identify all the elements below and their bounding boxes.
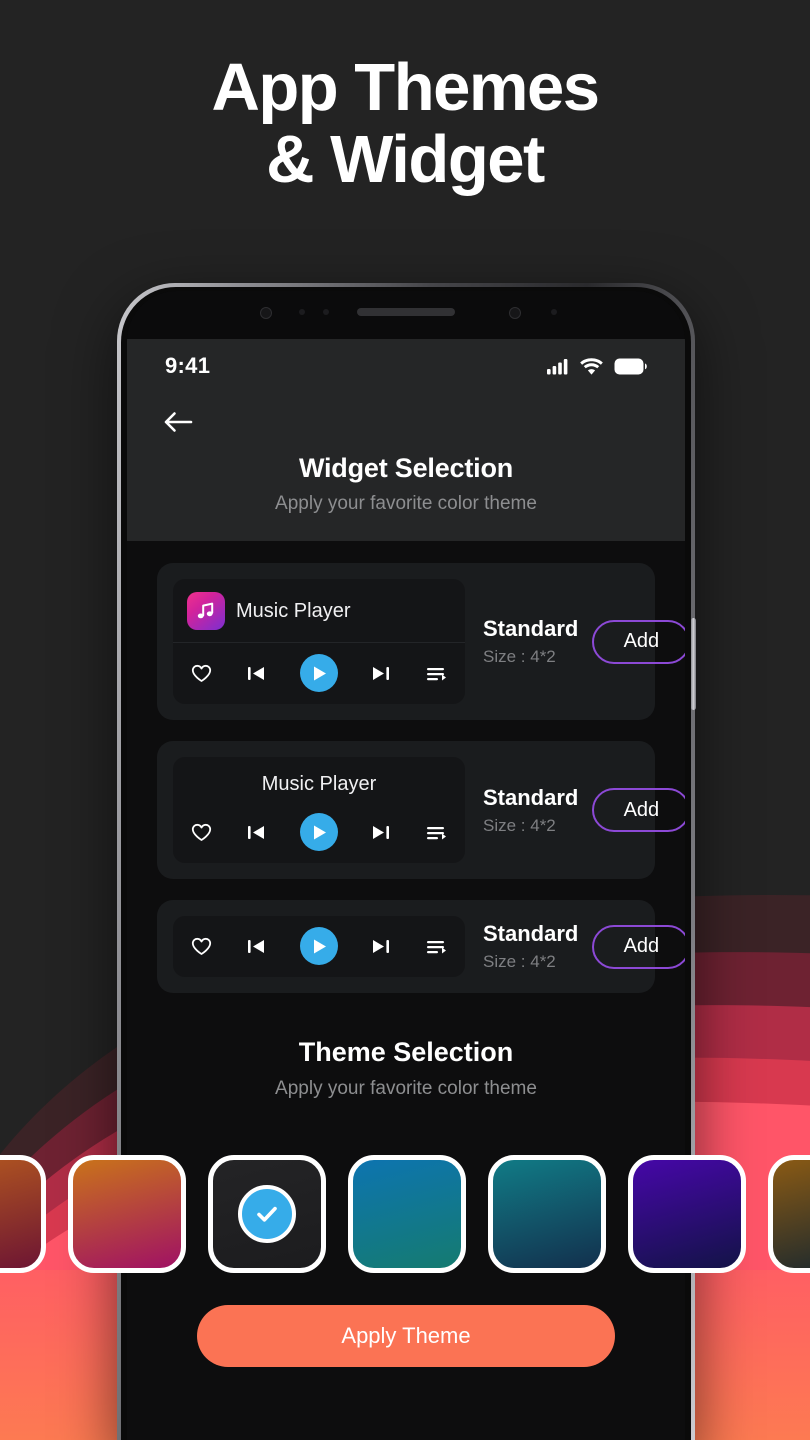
add-widget-button[interactable]: Add [592,924,685,969]
playlist-queue-icon[interactable] [425,937,447,956]
widget-controls [173,643,465,704]
promo-headline: App Themes & Widget [0,50,810,198]
front-camera-secondary-icon [509,307,521,319]
status-icon-group [547,357,647,375]
widget-preview-panel: Music Player [173,579,465,704]
swatch-theme-teal-navy[interactable] [488,1155,606,1273]
status-time: 9:41 [165,353,211,378]
swatch-theme-dark-default[interactable] [208,1155,326,1273]
page-title: Widget Selection [298,453,514,483]
widget-size-label: Size : 4*2 [483,647,556,666]
widget-card[interactable]: Music Player Standard Size: 4*2 Add [157,563,685,720]
apply-theme-area: Apply Theme [117,1305,695,1367]
widget-variant-name: Standard [483,921,579,946]
headline-line-1: App Themes [211,50,600,125]
widget-controls [173,802,465,863]
widget-preview-panel [173,916,465,977]
battery-full-icon [614,358,647,374]
app-header: Widget Selection Apply your favorite col… [127,383,685,541]
playlist-queue-icon[interactable] [425,823,447,842]
widget-meta: Standard Size : 4*2 [479,921,578,972]
content-area: Music Player Standard Size: 4*2 Add Mus… [127,541,685,1100]
earpiece-speaker-icon [357,308,455,316]
play-icon[interactable] [299,927,338,965]
widget-app-name: Music Player [236,599,351,622]
next-track-icon[interactable] [371,823,391,842]
theme-swatch-row[interactable] [0,1155,810,1273]
add-widget-button[interactable]: Add [592,788,685,832]
swatch-theme-orange-magenta-a[interactable] [0,1155,46,1273]
widget-meta: Standard Size : 4*2 [479,785,578,836]
widget-card[interactable]: Music Player Standard Size: 4*2 Add [157,741,685,879]
music-note-icon [187,592,225,630]
sensor-dot-icon [299,309,305,315]
page-subtitle: Apply your favorite color theme [275,493,537,514]
widget-size-label: Size : 4*2 [483,815,556,835]
back-row [161,405,651,439]
play-icon[interactable] [299,654,338,692]
widget-variant-name: Standard [483,616,579,641]
play-icon[interactable] [299,813,338,851]
theme-section-title: Theme Selection [298,1037,514,1067]
previous-track-icon[interactable] [246,823,266,842]
previous-track-icon[interactable] [246,664,266,683]
phone-side-button[interactable] [691,618,696,710]
swatch-theme-blue-teal[interactable] [348,1155,466,1273]
widget-app-name: Music Player [261,773,377,795]
swatch-theme-orange-magenta-b[interactable] [68,1155,186,1273]
widget-meta: Standard Size : 4*2 [479,616,578,667]
phone-notch-area [127,291,685,339]
swatch-theme-purple-indigo[interactable] [628,1155,746,1273]
swatch-theme-brown-dark[interactable] [768,1155,810,1273]
back-arrow-icon[interactable] [161,405,195,439]
heart-icon[interactable] [191,664,212,683]
widget-size-label: Size : 4*2 [483,952,556,971]
status-bar: 9:41 [127,339,685,383]
sensor-dot-icon [323,309,329,315]
add-widget-button[interactable]: Add [592,619,685,664]
wifi-icon [580,357,603,375]
check-circle-icon [238,1185,296,1243]
heart-icon[interactable] [191,937,212,956]
screenshot-root: App Themes & Widget 9:41 Widget Selectio… [0,0,810,1440]
previous-track-icon[interactable] [246,937,266,956]
widget-card[interactable]: Standard Size : 4*2 Add [157,900,685,993]
app-viewport: 9:41 Widget Selection Apply your favorit… [127,339,685,1440]
widget-preview-header: Music Player [173,757,465,802]
widget-controls [173,916,465,977]
apply-theme-button[interactable]: Apply Theme [197,1305,615,1367]
heart-icon[interactable] [191,823,212,842]
widget-variant-name: Standard [483,784,579,810]
playlist-queue-icon[interactable] [425,664,447,683]
front-camera-icon [260,307,272,319]
cellular-signal-icon [547,358,568,374]
next-track-icon[interactable] [371,664,391,683]
widget-preview-header: Music Player [173,579,465,643]
widget-preview-panel: Music Player [173,757,465,863]
theme-section-subtitle: Apply your favorite color theme [275,1078,537,1099]
next-track-icon[interactable] [371,937,391,956]
sensor-dot-icon [551,309,557,315]
headline-line-2: & Widget [266,122,545,198]
